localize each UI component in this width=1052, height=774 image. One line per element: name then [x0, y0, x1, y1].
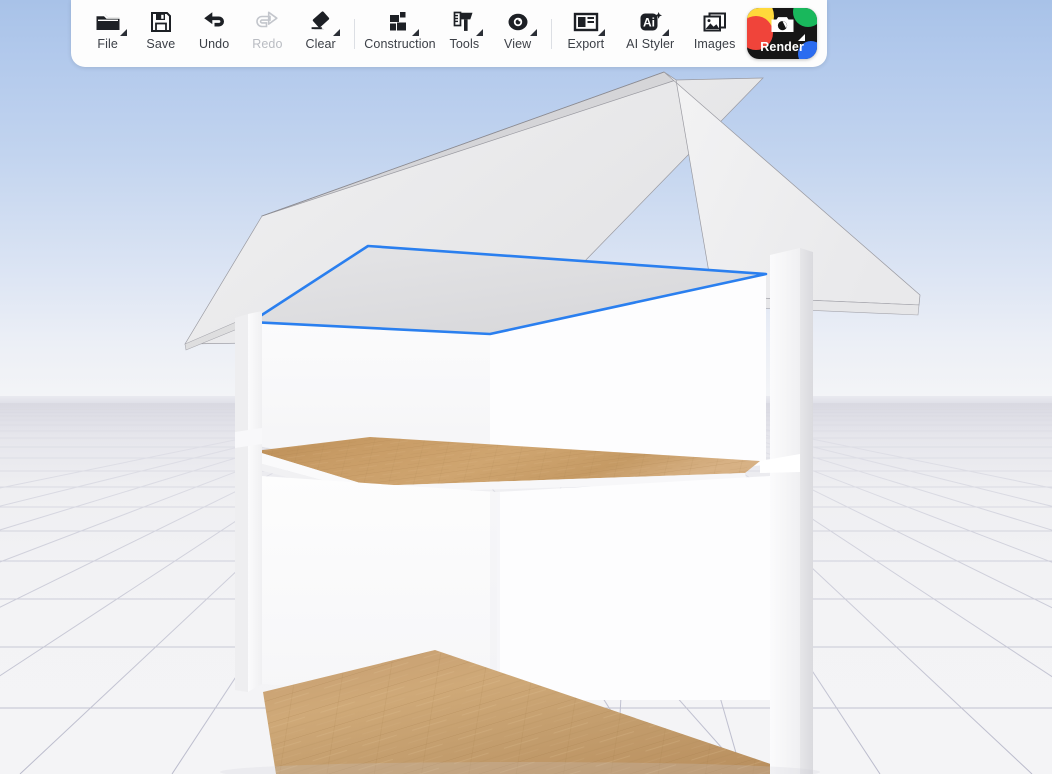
house-model[interactable]: [0, 0, 1052, 774]
toolbar-label-construction: Construction: [364, 37, 436, 51]
toolbar-label-undo: Undo: [198, 37, 230, 51]
ruler-trowel-icon: [447, 9, 484, 36]
toolbar-label-redo: Redo: [252, 37, 283, 51]
toolbar-button-redo[interactable]: Redo: [241, 0, 294, 67]
toolbar-button-construction[interactable]: Construction: [362, 0, 438, 67]
chevron-down-icon: [597, 29, 605, 36]
eye-icon: [501, 9, 537, 36]
chevron-down-icon: [662, 29, 670, 36]
toolbar-button-tools[interactable]: Tools: [438, 0, 491, 67]
toolbar-label-export: Export: [567, 37, 605, 51]
chevron-down-icon: [332, 29, 340, 36]
toolbar-label-file: File: [97, 37, 118, 51]
toolbar-button-export[interactable]: Export: [559, 0, 612, 67]
photo-stack-icon: [698, 9, 732, 35]
eraser-icon: [304, 9, 340, 36]
render-button[interactable]: Render: [747, 8, 817, 59]
floppy-disk-icon: [144, 9, 178, 35]
toolbar-label-clear: Clear: [305, 37, 336, 51]
toolbar-button-view[interactable]: View: [491, 0, 544, 67]
toolbar-label-ai-styler: AI Styler: [626, 37, 675, 51]
3d-viewport[interactable]: [0, 0, 1052, 774]
render-button-label: Render: [760, 40, 804, 54]
redo-arrow-icon: [250, 9, 284, 35]
blocks-icon: [383, 9, 419, 36]
toolbar-button-clear[interactable]: Clear: [294, 0, 347, 67]
toolbar-button-save[interactable]: Save: [134, 0, 187, 67]
render-blob-green: [792, 8, 817, 27]
toolbar-button-undo[interactable]: Undo: [188, 0, 241, 67]
chevron-down-icon: [476, 29, 484, 36]
toolbar-button-file[interactable]: File: [81, 0, 134, 67]
camera-icon: [770, 15, 795, 39]
chevron-down-icon: [797, 34, 805, 41]
toolbar-label-save: Save: [146, 37, 176, 51]
toolbar-divider-2: [551, 18, 553, 49]
back-wall-lower[interactable]: [262, 476, 770, 700]
layout-panel-icon: [569, 9, 605, 36]
toolbar-button-ai-styler[interactable]: Ai AI Styler: [612, 0, 688, 67]
app-window: File Save Undo Redo Clear Construction T…: [0, 0, 1052, 774]
left-column[interactable]: [235, 311, 262, 692]
main-toolbar[interactable]: File Save Undo Redo Clear Construction T…: [71, 0, 827, 67]
toolbar-label-images: Images: [693, 37, 736, 51]
toolbar-label-tools: Tools: [449, 37, 480, 51]
ai-badge-icon: Ai: [633, 9, 670, 36]
folder-icon: [91, 9, 127, 36]
toolbar-divider-1: [354, 18, 356, 49]
chevron-down-icon: [411, 29, 419, 36]
chevron-down-icon: [119, 29, 127, 36]
toolbar-button-images[interactable]: Images: [688, 0, 741, 67]
undo-arrow-icon: [197, 9, 231, 35]
chevron-down-icon: [529, 29, 537, 36]
svg-text:Ai: Ai: [643, 16, 655, 30]
toolbar-label-view: View: [503, 37, 532, 51]
